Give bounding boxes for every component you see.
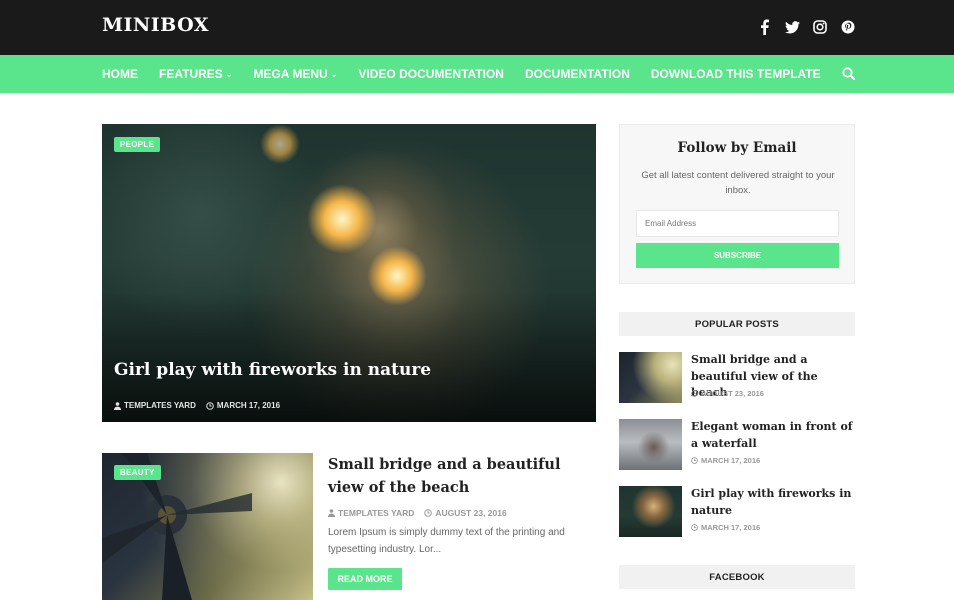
popular-post-title[interactable]: Elegant woman in front of a waterfall (691, 419, 855, 452)
nav-item-download-template[interactable]: DOWNLOAD THIS TEMPLATE (651, 67, 821, 81)
social-links (756, 18, 856, 36)
date-text: MARCH 17, 2016 (701, 456, 761, 465)
widget-title: Follow by Email (677, 140, 797, 156)
date-text: MARCH 17, 2016 (216, 401, 281, 410)
sparkler-glow (307, 184, 377, 254)
clock-icon (691, 524, 698, 531)
user-icon (114, 401, 121, 410)
nav-item-features[interactable]: FEATURES ⌄ (159, 67, 232, 81)
post-date: AUGUST 23, 2016 (424, 508, 507, 518)
popular-post-thumbnail[interactable] (619, 352, 682, 403)
search-icon[interactable] (842, 67, 856, 81)
featured-post[interactable]: PEOPLE Girl play with fireworks in natur… (102, 124, 596, 422)
post-title[interactable]: Small bridge and a beautiful view of the… (328, 453, 596, 499)
post-thumbnail[interactable]: BEAUTY (102, 453, 313, 600)
chevron-down-icon: ⌄ (330, 69, 338, 79)
facebook-heading: FACEBOOK (619, 565, 855, 589)
post-author: TEMPLATES YARD (114, 401, 196, 410)
clock-icon (691, 457, 698, 464)
popular-post-item[interactable]: Small bridge and a beautiful view of the… (619, 352, 855, 404)
author-name: TEMPLATES YARD (124, 401, 196, 410)
category-badge[interactable]: BEAUTY (114, 465, 161, 480)
date-text: AUGUST 23, 2016 (435, 508, 507, 518)
clock-icon (206, 401, 214, 410)
nav-item-label: MEGA MENU (253, 67, 328, 81)
instagram-icon[interactable] (812, 18, 828, 36)
follow-by-email-widget: Follow by Email Get all latest content d… (619, 124, 855, 284)
nav-item-home[interactable]: HOME (102, 67, 138, 81)
top-bar: MINIBOX (0, 0, 954, 55)
popular-post-item[interactable]: Girl play with fireworks in nature MARCH… (619, 486, 855, 538)
clock-icon (424, 509, 433, 517)
nav-item-mega-menu[interactable]: MEGA MENU ⌄ (253, 67, 337, 81)
user-icon (328, 509, 335, 517)
nav-item-label: DOCUMENTATION (524, 67, 630, 81)
post-meta: TEMPLATES YARD AUGUST 23, 2016 (328, 508, 507, 518)
popular-post-thumbnail[interactable] (619, 419, 682, 470)
pinterest-icon[interactable] (840, 18, 856, 36)
clock-icon (691, 390, 698, 397)
date-text: AUGUST 23, 2016 (701, 389, 764, 398)
subscribe-button[interactable]: SUBSCRIBE (636, 243, 839, 268)
sparkler-glow (260, 124, 300, 164)
popular-post-date: AUGUST 23, 2016 (691, 389, 764, 398)
nav-item-video-documentation[interactable]: VIDEO DOCUMENTATION (358, 67, 504, 81)
featured-post-title[interactable]: Girl play with fireworks in nature (114, 360, 431, 380)
post-author: TEMPLATES YARD (328, 508, 414, 518)
popular-post-thumbnail[interactable] (619, 486, 682, 537)
popular-post-item[interactable]: Elegant woman in front of a waterfall MA… (619, 419, 855, 471)
nav-item-documentation[interactable]: DOCUMENTATION (525, 67, 630, 81)
post-date: MARCH 17, 2016 (206, 401, 280, 410)
date-text: MARCH 17, 2016 (701, 523, 761, 532)
widget-description: Get all latest content delivered straigh… (641, 170, 835, 196)
post-excerpt: Lorem Ipsum is simply dummy text of the … (328, 527, 565, 555)
chevron-down-icon: ⌄ (225, 69, 233, 79)
main-nav: HOME FEATURES ⌄ MEGA MENU ⌄ VIDEO DOCUMENT… (0, 55, 954, 93)
nav-item-label: VIDEO DOCUMENTATION (358, 67, 504, 81)
author-name: TEMPLATES YARD (338, 508, 415, 518)
nav-item-label: DOWNLOAD THIS TEMPLATE (650, 67, 821, 81)
site-logo[interactable]: MINIBOX (102, 14, 209, 36)
popular-posts-heading: POPULAR POSTS (619, 312, 855, 336)
twitter-icon[interactable] (784, 18, 800, 36)
email-field[interactable] (636, 210, 839, 237)
popular-post-title[interactable]: Girl play with fireworks in nature (691, 486, 855, 519)
popular-post-date: MARCH 17, 2016 (691, 523, 760, 532)
featured-post-meta: TEMPLATES YARD MARCH 17, 2016 (114, 401, 280, 410)
nav-menu: HOME FEATURES ⌄ MEGA MENU ⌄ VIDEO DOCUMENT… (102, 55, 842, 93)
read-more-button[interactable]: READ MORE (328, 568, 402, 590)
nav-item-label: FEATURES (159, 67, 223, 81)
category-badge[interactable]: PEOPLE (114, 137, 161, 152)
popular-post-date: MARCH 17, 2016 (691, 456, 760, 465)
nav-item-label: HOME (102, 67, 138, 81)
facebook-icon[interactable] (756, 18, 772, 36)
